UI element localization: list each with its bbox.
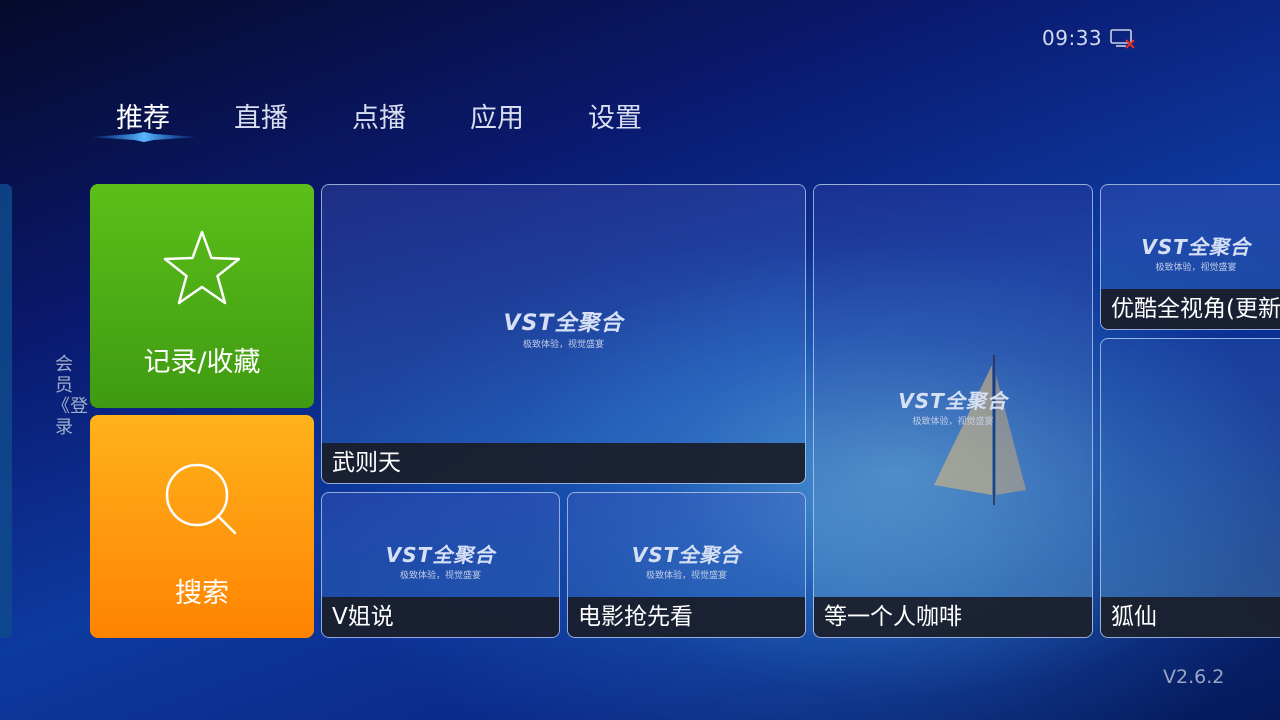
vst-logo-slogan: 极致体验，视觉盛宴 <box>522 340 604 350</box>
vst-logo-text: VST全聚合 <box>385 543 496 567</box>
media-tile-dengyigeren[interactable]: VST全聚合 极致体验，视觉盛宴 等一个人咖啡 <box>813 184 1093 638</box>
tile-title: 优酷全视角(更新 <box>1101 289 1280 329</box>
tab-recommend[interactable]: 推荐 <box>116 96 170 135</box>
favorites-tile[interactable]: 记录/收藏 <box>90 184 314 408</box>
tab-vod[interactable]: 点播 <box>352 96 406 135</box>
media-tile-wuzetian[interactable]: VST全聚合 极致体验，视觉盛宴 武则天 <box>321 184 806 484</box>
sailboat-image <box>934 355 1026 505</box>
sidebar-edge[interactable] <box>0 184 12 638</box>
version-label: V2.6.2 <box>1163 666 1225 688</box>
vst-logo: VST全聚合 极致体验，视觉盛宴 <box>322 539 559 581</box>
tile-title: 电影抢先看 <box>568 597 805 637</box>
tile-title: V姐说 <box>322 597 559 637</box>
active-tab-indicator <box>88 132 200 142</box>
tab-apps[interactable]: 应用 <box>470 96 524 135</box>
network-disconnected-icon <box>1110 29 1135 49</box>
search-label: 搜索 <box>175 578 229 609</box>
media-tile-huxian[interactable]: 狐仙 <box>1100 338 1280 638</box>
tile-title: 狐仙 <box>1101 597 1280 637</box>
tile-title: 武则天 <box>322 443 805 483</box>
search-icon <box>165 463 237 535</box>
vst-logo-text: VST全聚合 <box>503 311 624 336</box>
member-login-label: 会员《登录 <box>52 354 88 438</box>
tab-settings[interactable]: 设置 <box>588 96 642 135</box>
media-tile-dianying[interactable]: VST全聚合 极致体验，视觉盛宴 电影抢先看 <box>567 492 806 638</box>
vst-logo-slogan: 极致体验，视觉盛宴 <box>645 571 727 581</box>
tab-live[interactable]: 直播 <box>234 96 288 135</box>
vst-logo: VST全聚合 极致体验，视觉盛宴 <box>568 539 805 581</box>
media-tile-youku[interactable]: VST全聚合 极致体验，视觉盛宴 优酷全视角(更新 <box>1100 184 1280 330</box>
favorites-label: 记录/收藏 <box>143 347 261 378</box>
vst-logo-text: VST全聚合 <box>898 389 1008 413</box>
vst-logo: VST全聚合 极致体验，视觉盛宴 <box>1101 231 1280 273</box>
clock: 09:33 <box>1042 26 1103 50</box>
star-icon <box>163 230 241 305</box>
vst-logo: VST全聚合 极致体验，视觉盛宴 <box>322 305 805 350</box>
vst-logo-slogan: 极致体验，视觉盛宴 <box>399 571 481 581</box>
member-login[interactable]: 会员《登录 <box>52 354 88 438</box>
tile-title: 等一个人咖啡 <box>814 597 1092 637</box>
media-tile-vjieshuo[interactable]: VST全聚合 极致体验，视觉盛宴 V姐说 <box>321 492 560 638</box>
vst-logo-slogan: 极致体验，视觉盛宴 <box>1155 263 1237 273</box>
vst-logo-slogan: 极致体验，视觉盛宴 <box>912 417 994 427</box>
vst-logo: VST全聚合 极致体验，视觉盛宴 <box>814 385 1092 427</box>
search-tile[interactable]: 搜索 <box>90 415 314 638</box>
vst-logo-text: VST全聚合 <box>1141 235 1251 259</box>
vst-logo-text: VST全聚合 <box>631 543 742 567</box>
